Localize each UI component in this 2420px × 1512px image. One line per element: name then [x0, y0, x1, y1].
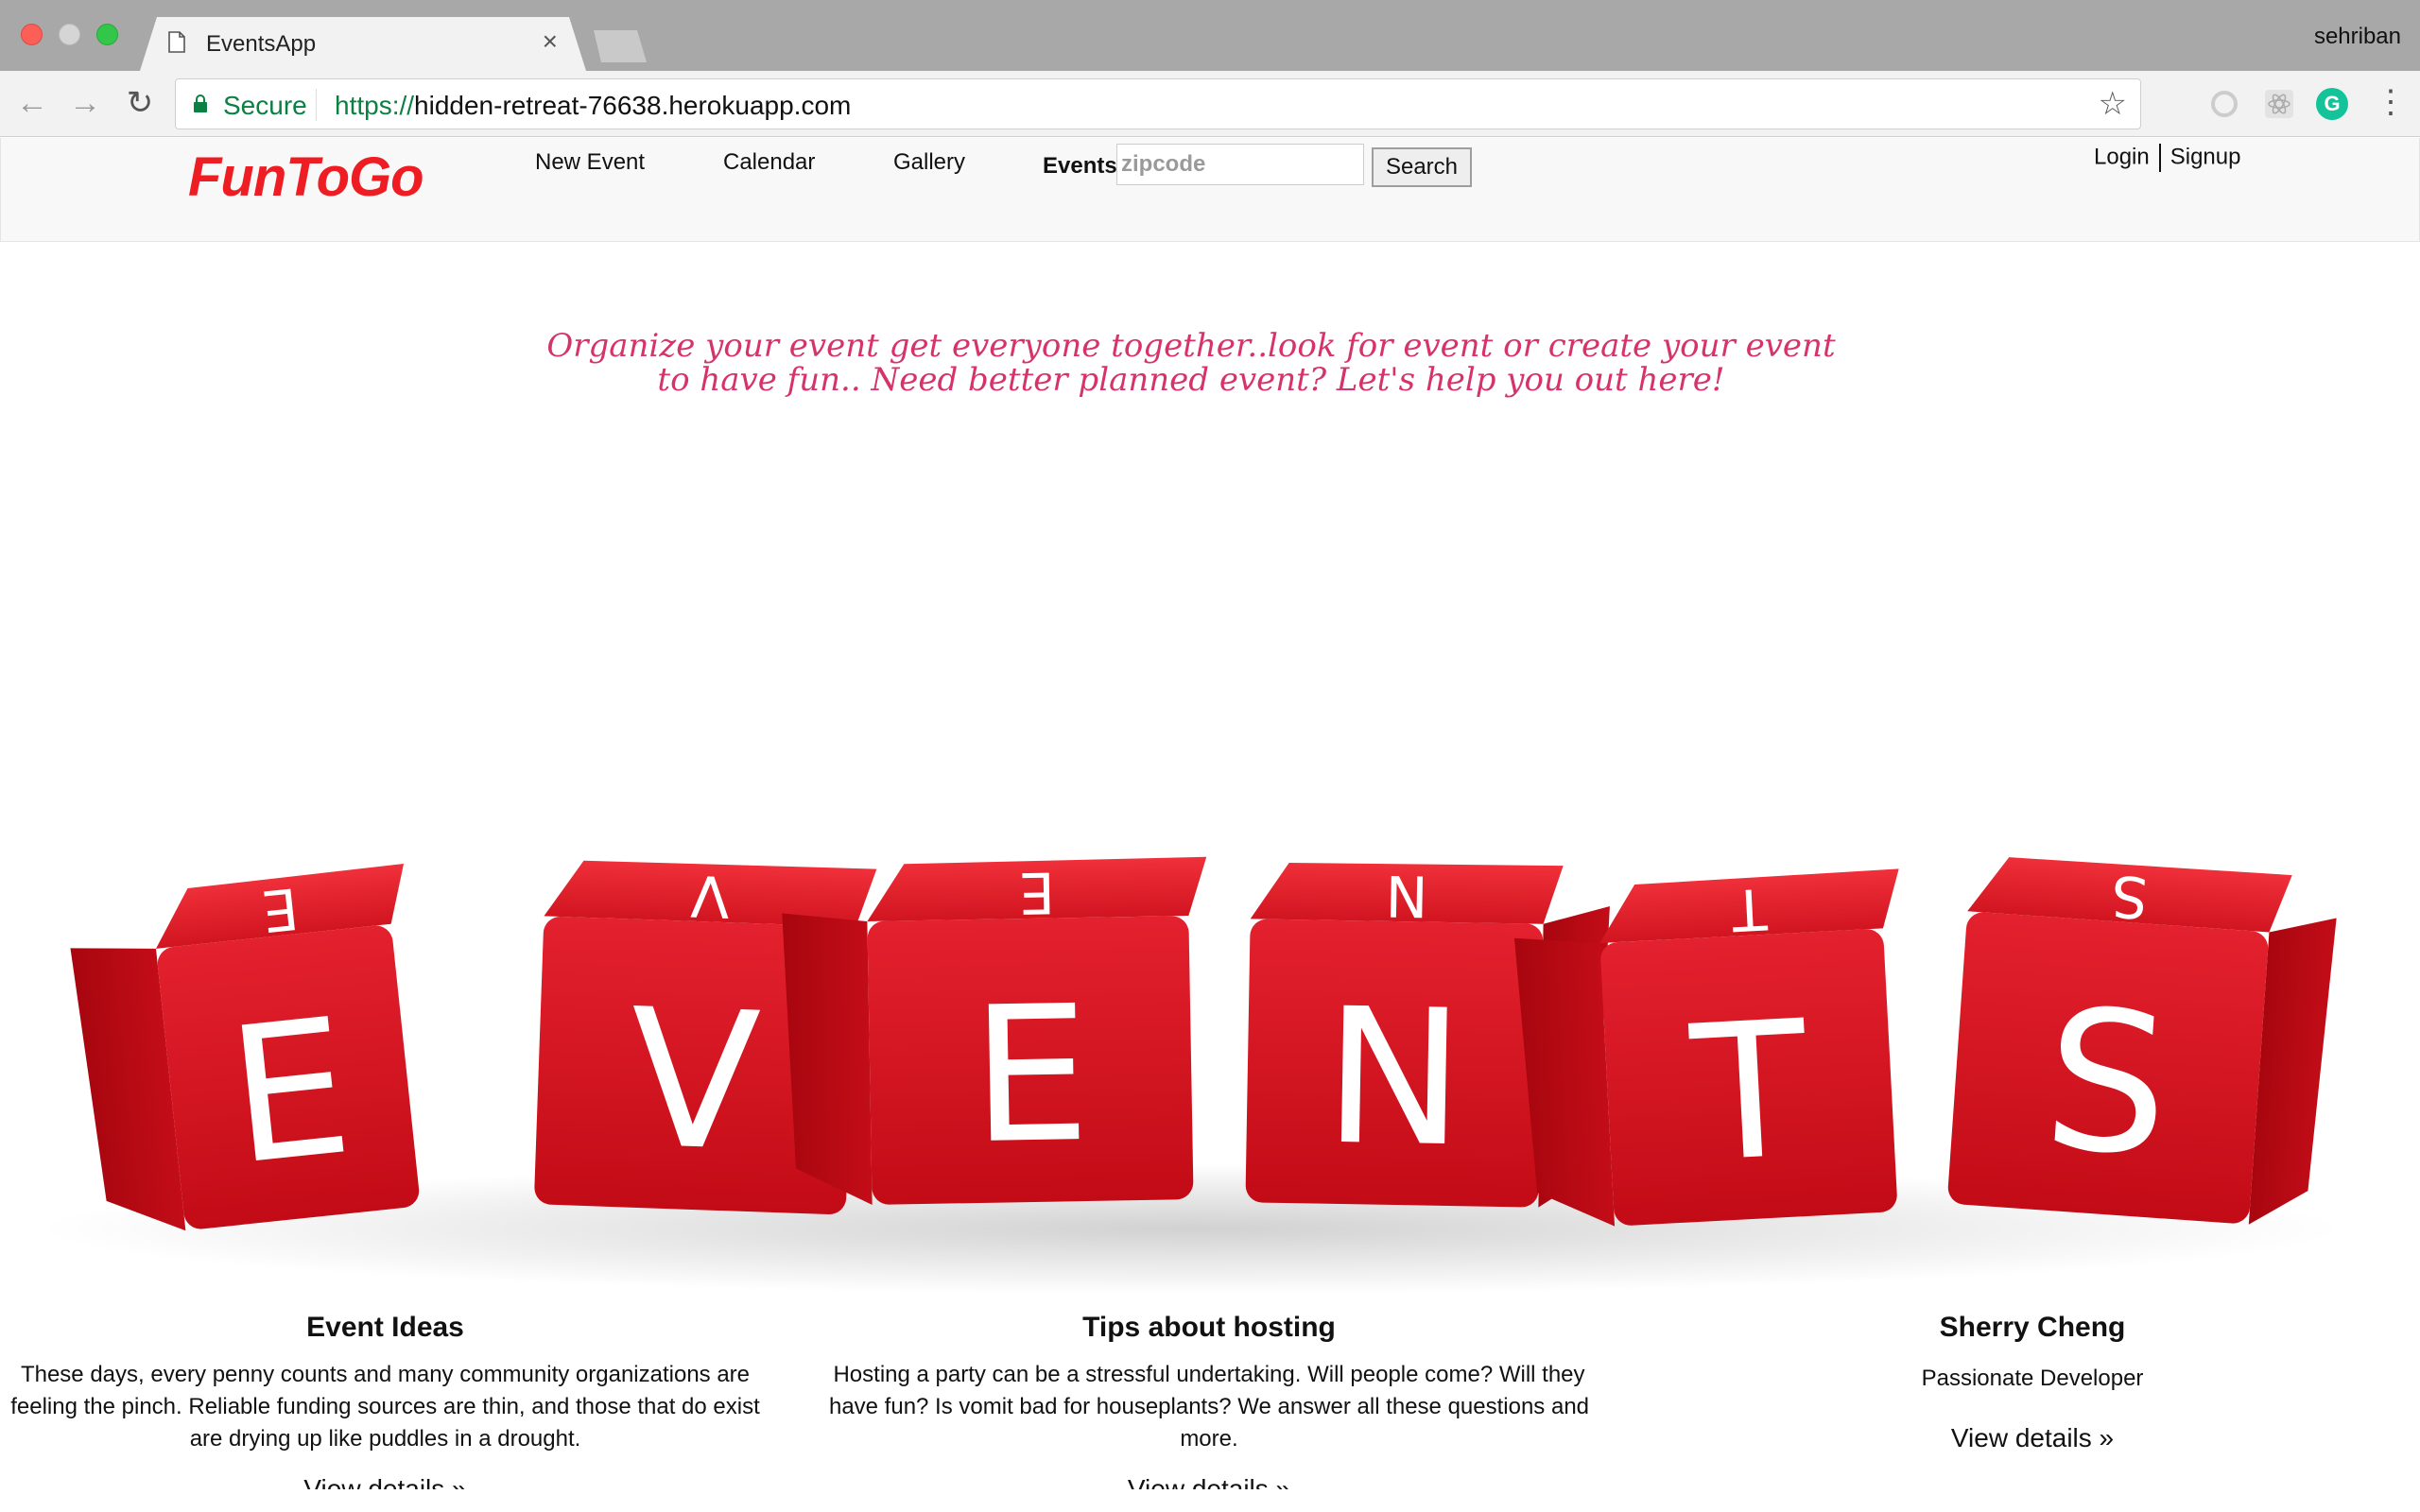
events-dice-hero-image: EEVVEENNTTSS: [38, 832, 2344, 1304]
tagline: Organize your event get everyone togethe…: [546, 327, 1836, 399]
die-top-letter: V: [690, 862, 731, 929]
grammarly-icon[interactable]: G: [2316, 88, 2348, 120]
url-text[interactable]: https://hidden-retreat-76638.herokuapp.c…: [335, 91, 851, 121]
site-navbar: FunToGo New Event Calendar Gallery Event…: [0, 138, 2420, 242]
die-top-letter: E: [1018, 859, 1055, 926]
browser-titlebar: EventsApp × sehriban: [0, 0, 2420, 71]
auth-links: Login Signup: [2094, 144, 2240, 172]
dice-illustration: EEVVEENNTTSS: [38, 856, 2344, 1295]
secure-label: Secure: [223, 91, 307, 120]
developer-name: Sherry Cheng: [1939, 1312, 2126, 1343]
die-letter: V: [626, 969, 764, 1194]
url-host: hidden-retreat-76638.herokuapp.com: [414, 91, 852, 120]
hosting-tips-column: Tips about hosting Hosting a party can b…: [819, 1312, 1599, 1489]
event-ideas-column: Event Ideas These days, every penny coun…: [0, 1312, 770, 1489]
profile-name[interactable]: sehriban: [2314, 24, 2401, 50]
event-ideas-link[interactable]: View details »: [0, 1474, 770, 1489]
hosting-tips-text: Hosting a party can be a stressful under…: [828, 1362, 1590, 1452]
search-button[interactable]: Search: [1372, 147, 1472, 187]
address-bar[interactable]: Secure https://hidden-retreat-76638.hero…: [175, 78, 2141, 129]
letter-die: EE: [70, 864, 420, 1231]
url-divider: [316, 89, 317, 121]
hosting-tips-title: Tips about hosting: [1082, 1312, 1336, 1343]
nav-gallery[interactable]: Gallery: [893, 149, 965, 176]
die-top-letter: N: [1385, 862, 1428, 929]
nav-calendar[interactable]: Calendar: [723, 149, 815, 176]
browser-toolbar: ← → ↻ Secure https://hidden-retreat-7663…: [0, 71, 2420, 137]
auth-divider: [2158, 144, 2161, 172]
developer-role: Passionate Developer: [1921, 1366, 2144, 1391]
react-devtools-icon[interactable]: [2263, 88, 2295, 120]
die-top-letter: T: [1730, 875, 1770, 943]
minimize-window-button[interactable]: [59, 24, 80, 45]
developer-column: Sherry Cheng Passionate Developer View d…: [1796, 1312, 2269, 1453]
die-top-letter: E: [259, 874, 302, 944]
star-icon[interactable]: ☆: [2099, 85, 2127, 123]
zipcode-input[interactable]: [1116, 144, 1364, 185]
die-letter: N: [1322, 968, 1466, 1189]
die-top-letter: S: [2109, 862, 2150, 930]
tab-title: EventsApp: [206, 31, 317, 57]
die-letter: E: [970, 965, 1092, 1185]
signup-link[interactable]: Signup: [2170, 144, 2241, 169]
die-letter: E: [219, 977, 360, 1207]
url-scheme: https://: [335, 91, 415, 120]
back-arrow-icon[interactable]: ←: [13, 84, 51, 122]
browser-tab[interactable]: EventsApp ×: [140, 17, 586, 71]
developer-details-link[interactable]: View details »: [1796, 1423, 2269, 1453]
hosting-tips-link[interactable]: View details »: [819, 1474, 1599, 1489]
extension-icon[interactable]: [2208, 88, 2240, 120]
page-icon: [168, 31, 185, 53]
letter-die: SS: [1947, 857, 2337, 1225]
forward-arrow-icon[interactable]: →: [66, 84, 104, 122]
nav-new-event[interactable]: New Event: [535, 149, 645, 176]
brand-logo[interactable]: FunToGo: [188, 146, 424, 209]
close-window-button[interactable]: [21, 24, 43, 45]
lock-icon: [194, 94, 207, 112]
die-letter: S: [2038, 968, 2176, 1200]
menu-icon[interactable]: ⋮: [2375, 86, 2407, 118]
event-ideas-title: Event Ideas: [306, 1312, 464, 1343]
new-tab-button[interactable]: [594, 30, 647, 62]
event-ideas-text: These days, every penny counts and many …: [10, 1362, 760, 1452]
events-search-label: Events: [1043, 153, 1117, 179]
tab-close-icon[interactable]: ×: [543, 27, 558, 56]
maximize-window-button[interactable]: [96, 24, 118, 45]
die-letter: T: [1685, 980, 1813, 1204]
login-link[interactable]: Login: [2094, 144, 2150, 169]
reload-icon[interactable]: ↻: [121, 84, 159, 122]
